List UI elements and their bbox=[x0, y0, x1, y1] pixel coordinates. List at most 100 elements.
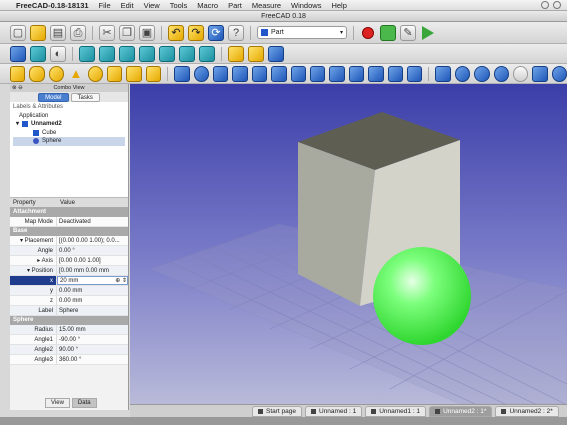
whats-this-icon[interactable]: ? bbox=[228, 24, 244, 41]
property-value[interactable]: 360.00 ° bbox=[57, 355, 128, 364]
property-row[interactable]: Radius 15.00 mm bbox=[10, 325, 128, 335]
group-sphere[interactable]: Sphere bbox=[10, 316, 128, 325]
3d-viewport[interactable] bbox=[130, 84, 567, 404]
property-value[interactable]: -90.00 ° bbox=[57, 335, 128, 344]
tree-item-cube[interactable]: Cube bbox=[13, 129, 125, 138]
doc-tab-unnamed2-1[interactable]: Unnamed2 : 1* bbox=[429, 405, 493, 417]
property-row[interactable]: z 0.00 mm bbox=[10, 296, 128, 306]
property-value[interactable]: [0.00 mm 0.00 mm bbox=[57, 266, 128, 275]
property-value[interactable]: 90.00 ° bbox=[57, 345, 128, 354]
view-top-icon[interactable] bbox=[119, 45, 135, 62]
part-fillet-icon[interactable] bbox=[232, 65, 248, 82]
part-common-icon[interactable] bbox=[512, 65, 529, 82]
part-make-face-icon[interactable] bbox=[271, 65, 287, 82]
part-boolean-icon[interactable] bbox=[454, 65, 471, 82]
paste-icon[interactable]: ▣ bbox=[139, 24, 155, 41]
part-offset-icon[interactable] bbox=[387, 65, 403, 82]
part-tube-icon[interactable] bbox=[106, 65, 123, 82]
part-box-icon[interactable] bbox=[10, 65, 26, 82]
property-value[interactable]: 15.00 mm bbox=[57, 325, 128, 334]
property-row[interactable]: Angle1 -90.00 ° bbox=[10, 335, 128, 345]
run-macro-icon[interactable] bbox=[420, 25, 436, 41]
menu-app-name[interactable]: FreeCAD-0.18-18131 bbox=[16, 1, 89, 10]
new-file-icon[interactable]: ▢ bbox=[10, 24, 26, 41]
create-group-icon[interactable] bbox=[248, 45, 264, 62]
property-value[interactable]: 0.00 ° bbox=[57, 246, 128, 255]
refresh-icon[interactable]: ⟳ bbox=[208, 24, 224, 41]
part-mirror-icon[interactable] bbox=[212, 65, 229, 82]
menu-help[interactable]: Help bbox=[331, 1, 346, 10]
part-loft-icon[interactable] bbox=[309, 65, 326, 82]
draw-style-icon[interactable]: ◐ bbox=[50, 45, 66, 62]
doc-tab-unnamed1[interactable]: Unnamed1 : 1 bbox=[365, 405, 427, 417]
fit-selection-icon[interactable] bbox=[30, 45, 46, 62]
3d-scene[interactable] bbox=[130, 84, 567, 404]
part-primitives-icon[interactable] bbox=[126, 65, 142, 82]
zoom-icon[interactable] bbox=[553, 1, 561, 9]
property-value[interactable]: [0.00 0.00 1.00] bbox=[57, 256, 128, 265]
property-row[interactable]: Label Sphere bbox=[10, 306, 128, 316]
doc-tab-unnamed[interactable]: Unnamed : 1 bbox=[305, 405, 363, 417]
close-icon[interactable]: ⊗ ⊖ bbox=[12, 84, 23, 92]
measure-distance-icon[interactable] bbox=[228, 45, 244, 62]
view-front-icon[interactable] bbox=[99, 45, 115, 62]
part-shape-builder-icon[interactable] bbox=[145, 65, 162, 82]
part-split-icon[interactable] bbox=[551, 65, 567, 82]
tab-tasks[interactable]: Tasks bbox=[70, 93, 100, 102]
property-row[interactable]: ▸ Axis [0.00 0.00 1.00] bbox=[10, 256, 128, 266]
part-ruled-surface-icon[interactable] bbox=[290, 65, 306, 82]
redo-icon[interactable]: ↷ bbox=[188, 24, 204, 41]
part-chamfer-icon[interactable] bbox=[251, 65, 268, 82]
position-x-input[interactable]: 20 mm ⊕ ⇕ bbox=[57, 276, 128, 285]
group-base[interactable]: Base bbox=[10, 227, 128, 236]
part-torus-icon[interactable] bbox=[87, 65, 103, 82]
property-row[interactable]: ▾ Position [0.00 mm 0.00 mm bbox=[10, 266, 128, 276]
tab-data[interactable]: Data bbox=[71, 398, 97, 408]
part-cylinder-icon[interactable] bbox=[29, 65, 45, 82]
tree-document[interactable]: ▾ Unnamed2 bbox=[13, 120, 125, 129]
menu-edit[interactable]: Edit bbox=[121, 1, 134, 10]
part-thickness-icon[interactable] bbox=[406, 65, 423, 82]
property-value[interactable]: Sphere bbox=[57, 306, 128, 315]
menu-tools[interactable]: Tools bbox=[170, 1, 188, 10]
property-row-editing[interactable]: x 20 mm ⊕ ⇕ bbox=[10, 276, 128, 286]
part-cut-icon[interactable] bbox=[474, 65, 490, 82]
cut-icon[interactable]: ✂ bbox=[99, 24, 115, 41]
property-row[interactable]: y 0.00 mm bbox=[10, 286, 128, 296]
spinbox-arrows-icon[interactable]: ⊕ ⇕ bbox=[115, 277, 127, 284]
tab-model[interactable]: Model bbox=[38, 93, 69, 102]
part-revolve-icon[interactable] bbox=[193, 65, 209, 82]
doc-tab-unnamed2-2[interactable]: Unnamed2 : 2* bbox=[495, 405, 559, 417]
property-value[interactable]: 0.00 mm bbox=[57, 286, 128, 295]
part-fuse-icon[interactable] bbox=[493, 65, 509, 82]
create-part-icon[interactable] bbox=[268, 45, 284, 62]
workbench-selector[interactable]: Part ▾ bbox=[257, 26, 347, 39]
menu-part[interactable]: Part bbox=[228, 1, 242, 10]
part-sweep-icon[interactable] bbox=[329, 65, 345, 82]
edit-macro-icon[interactable]: ✎ bbox=[400, 24, 416, 41]
property-value[interactable]: 0.00 mm bbox=[57, 296, 128, 305]
view-isometric-icon[interactable] bbox=[79, 45, 95, 62]
menu-measure[interactable]: Measure bbox=[252, 1, 281, 10]
copy-icon[interactable]: ❐ bbox=[119, 24, 135, 41]
view-right-icon[interactable] bbox=[139, 45, 155, 62]
stop-macro-icon[interactable] bbox=[380, 24, 396, 41]
view-bottom-icon[interactable] bbox=[179, 45, 195, 62]
menu-view[interactable]: View bbox=[144, 1, 160, 10]
part-extrude-icon[interactable] bbox=[174, 65, 190, 82]
fit-all-icon[interactable] bbox=[10, 45, 26, 62]
property-value[interactable]: [(0.00 0.00 1.00); 0.0... bbox=[57, 236, 128, 245]
sphere-model[interactable] bbox=[373, 247, 471, 345]
view-rear-icon[interactable] bbox=[159, 45, 175, 62]
print-icon[interactable]: ⎙ bbox=[70, 24, 86, 41]
save-file-icon[interactable]: ▤ bbox=[50, 24, 66, 41]
menu-file[interactable]: File bbox=[99, 1, 111, 10]
record-macro-icon[interactable] bbox=[360, 25, 376, 41]
tree-item-sphere[interactable]: Sphere bbox=[13, 137, 125, 146]
property-row[interactable]: Map Mode Deactivated bbox=[10, 217, 128, 227]
menu-macro[interactable]: Macro bbox=[197, 1, 218, 10]
menu-windows[interactable]: Windows bbox=[291, 1, 321, 10]
part-join-icon[interactable] bbox=[532, 65, 548, 82]
part-section-icon[interactable] bbox=[348, 65, 365, 82]
minimize-icon[interactable] bbox=[541, 1, 549, 9]
